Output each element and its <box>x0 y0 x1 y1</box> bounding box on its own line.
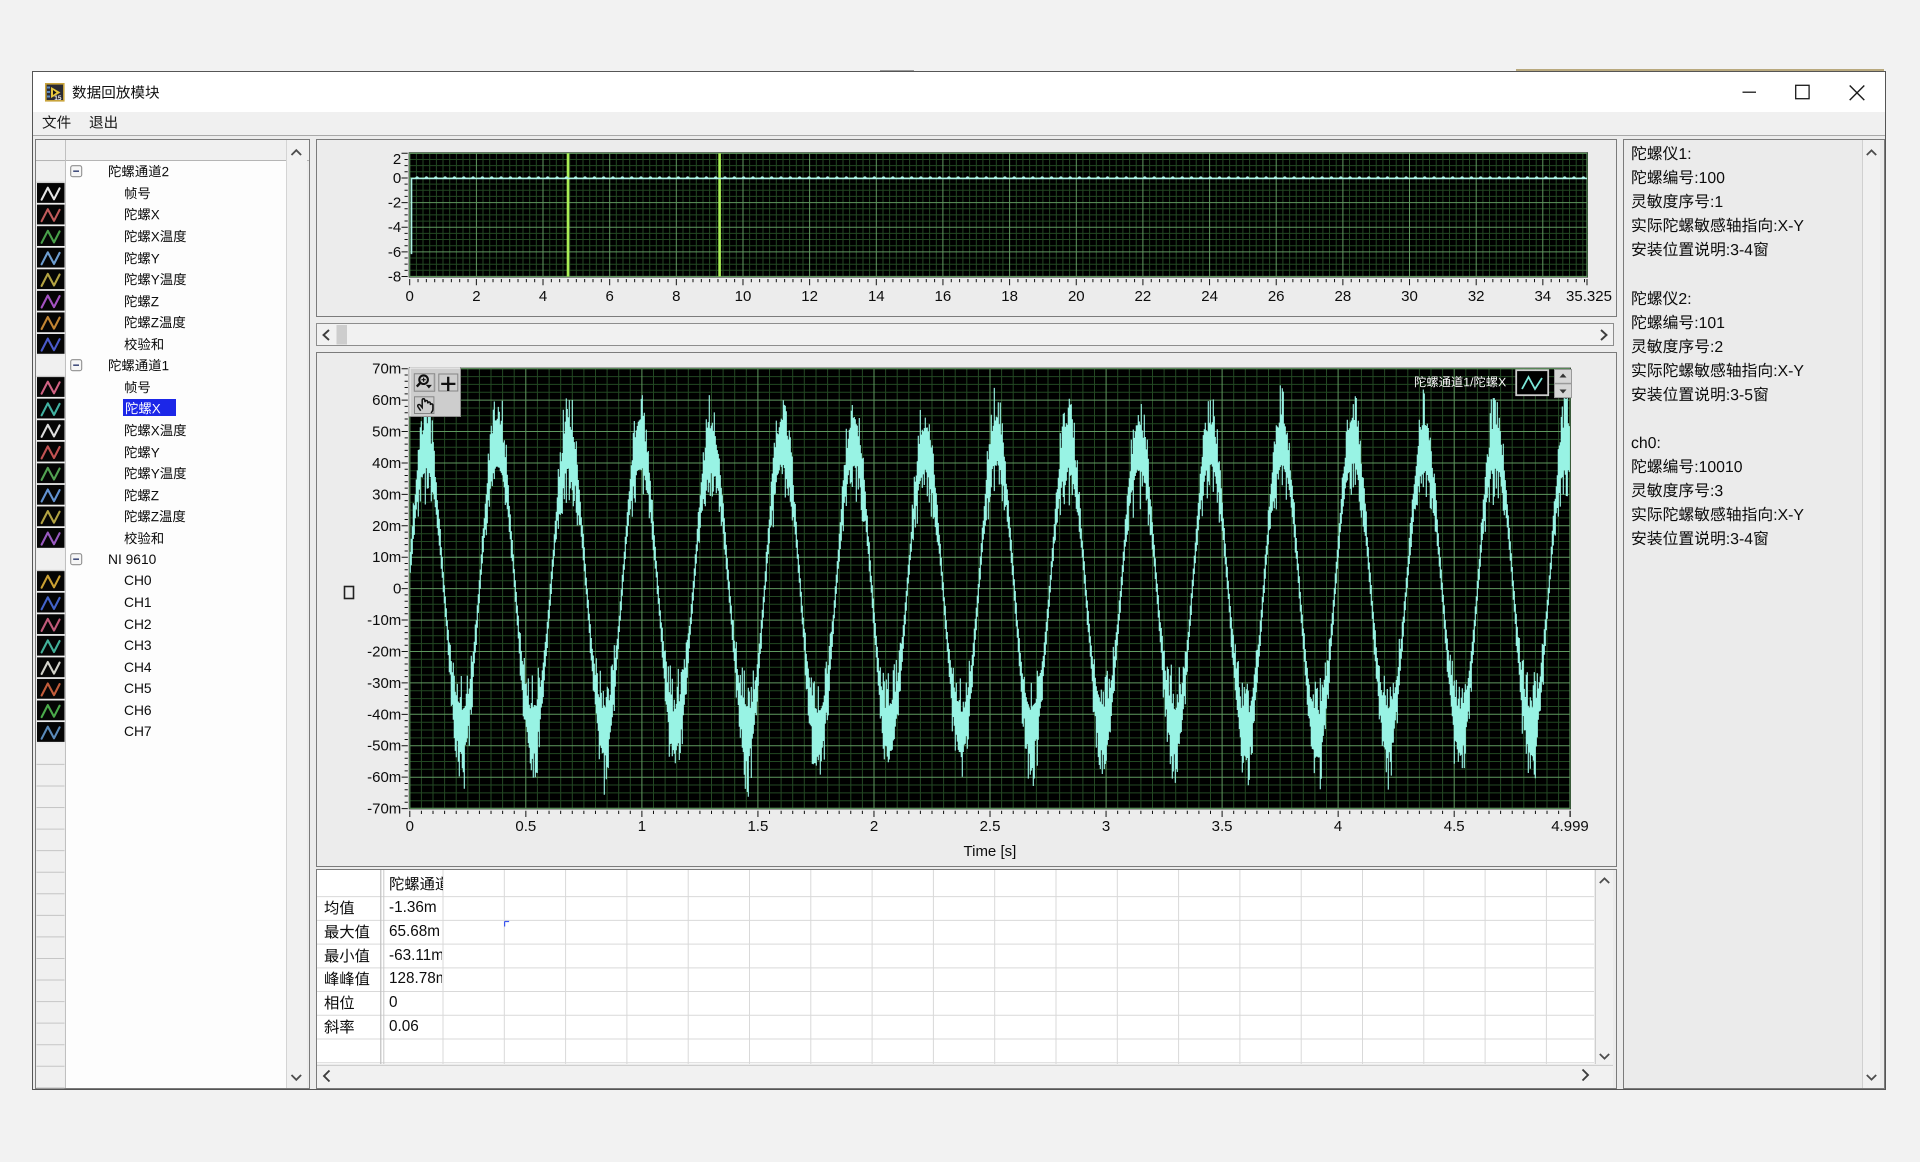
svg-text:18: 18 <box>1001 288 1018 305</box>
svg-text:0: 0 <box>393 170 401 187</box>
svg-text:70m: 70m <box>372 360 401 377</box>
svg-text:60m: 60m <box>372 392 401 409</box>
svg-text:-6: -6 <box>388 244 401 261</box>
svg-text:2.5: 2.5 <box>980 818 1001 835</box>
svg-text:1.5: 1.5 <box>747 818 768 835</box>
svg-text:20: 20 <box>1068 288 1085 305</box>
svg-text:2: 2 <box>393 151 401 168</box>
svg-text:0: 0 <box>406 818 414 835</box>
svg-text:-20m: -20m <box>367 643 401 660</box>
svg-text:3.5: 3.5 <box>1212 818 1233 835</box>
svg-text:30: 30 <box>1401 288 1418 305</box>
svg-text:10: 10 <box>735 288 752 305</box>
svg-text:22: 22 <box>1135 288 1152 305</box>
svg-text:0: 0 <box>406 288 414 305</box>
svg-text:4: 4 <box>539 288 547 305</box>
svg-text:0.5: 0.5 <box>515 818 536 835</box>
svg-text:3: 3 <box>1102 818 1110 835</box>
svg-text:Time [s]: Time [s] <box>964 843 1017 860</box>
svg-text:34: 34 <box>1534 288 1551 305</box>
svg-text:-10m: -10m <box>367 612 401 629</box>
svg-text:-8: -8 <box>388 269 401 286</box>
svg-text:24: 24 <box>1201 288 1218 305</box>
svg-text:12: 12 <box>801 288 818 305</box>
svg-text:4.5: 4.5 <box>1444 818 1465 835</box>
svg-text:-2: -2 <box>388 195 401 212</box>
svg-text:50m: 50m <box>372 423 401 440</box>
svg-text:15: 15 <box>54 95 62 102</box>
svg-text:2: 2 <box>870 818 878 835</box>
svg-text:28: 28 <box>1335 288 1352 305</box>
svg-text:32: 32 <box>1468 288 1485 305</box>
svg-text:26: 26 <box>1268 288 1285 305</box>
svg-text:14: 14 <box>868 288 885 305</box>
svg-text:-70m: -70m <box>367 800 401 817</box>
svg-text:8: 8 <box>672 288 680 305</box>
svg-text:30m: 30m <box>372 486 401 503</box>
svg-text:4.999: 4.999 <box>1551 818 1589 835</box>
svg-text:-40m: -40m <box>367 706 401 723</box>
svg-text:-4: -4 <box>388 219 401 236</box>
svg-text:-30m: -30m <box>367 674 401 691</box>
svg-text:2: 2 <box>472 288 480 305</box>
svg-text:40m: 40m <box>372 455 401 472</box>
svg-text:10m: 10m <box>372 549 401 566</box>
svg-text:-60m: -60m <box>367 769 401 786</box>
svg-text:4: 4 <box>1334 818 1342 835</box>
svg-text:20m: 20m <box>372 517 401 534</box>
svg-text:16: 16 <box>935 288 952 305</box>
svg-text:-50m: -50m <box>367 737 401 754</box>
svg-text:6: 6 <box>606 288 614 305</box>
svg-text:35.325: 35.325 <box>1566 288 1612 305</box>
svg-text:0: 0 <box>393 580 401 597</box>
svg-text:1: 1 <box>638 818 646 835</box>
